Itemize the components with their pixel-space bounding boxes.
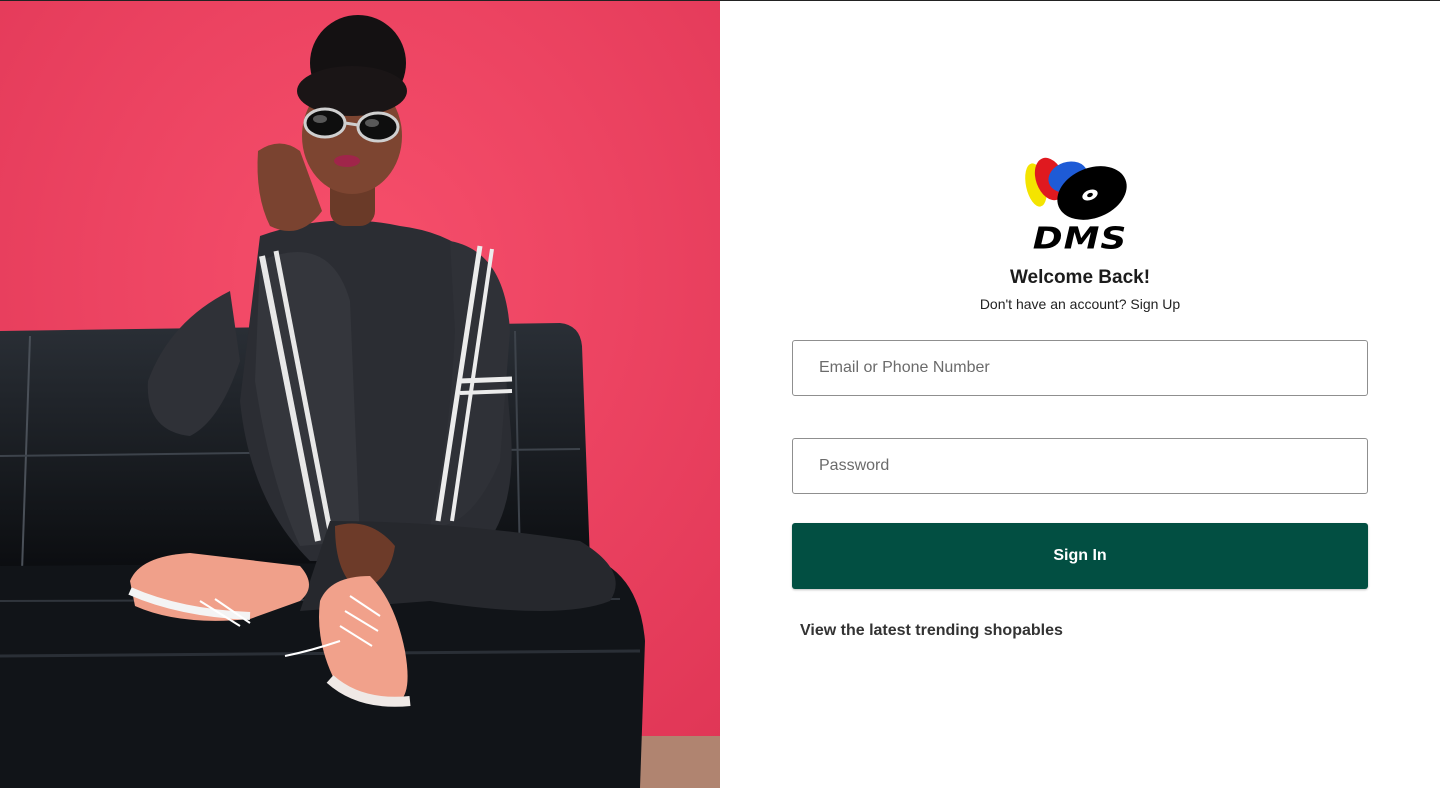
- login-page: DMS Welcome Back! Don't have an account?…: [0, 0, 1440, 788]
- signup-prompt-text: Don't have an account?: [979, 296, 1127, 312]
- hero-image: [0, 1, 720, 788]
- hero-illustration: [0, 1, 720, 788]
- email-field[interactable]: [792, 340, 1368, 396]
- dms-logo: DMS: [1025, 157, 1128, 253]
- signin-panel: DMS Welcome Back! Don't have an account?…: [720, 1, 1440, 788]
- logo-text: DMS: [1033, 220, 1128, 253]
- sign-in-button[interactable]: Sign In: [792, 523, 1368, 589]
- page-title: Welcome Back!: [1009, 267, 1151, 288]
- password-field[interactable]: [792, 438, 1368, 494]
- signup-link[interactable]: Sign Up: [1130, 296, 1180, 312]
- signup-prompt: Don't have an account? Sign Up: [720, 296, 1440, 312]
- trending-shopables-link[interactable]: View the latest trending shopables: [800, 622, 1063, 640]
